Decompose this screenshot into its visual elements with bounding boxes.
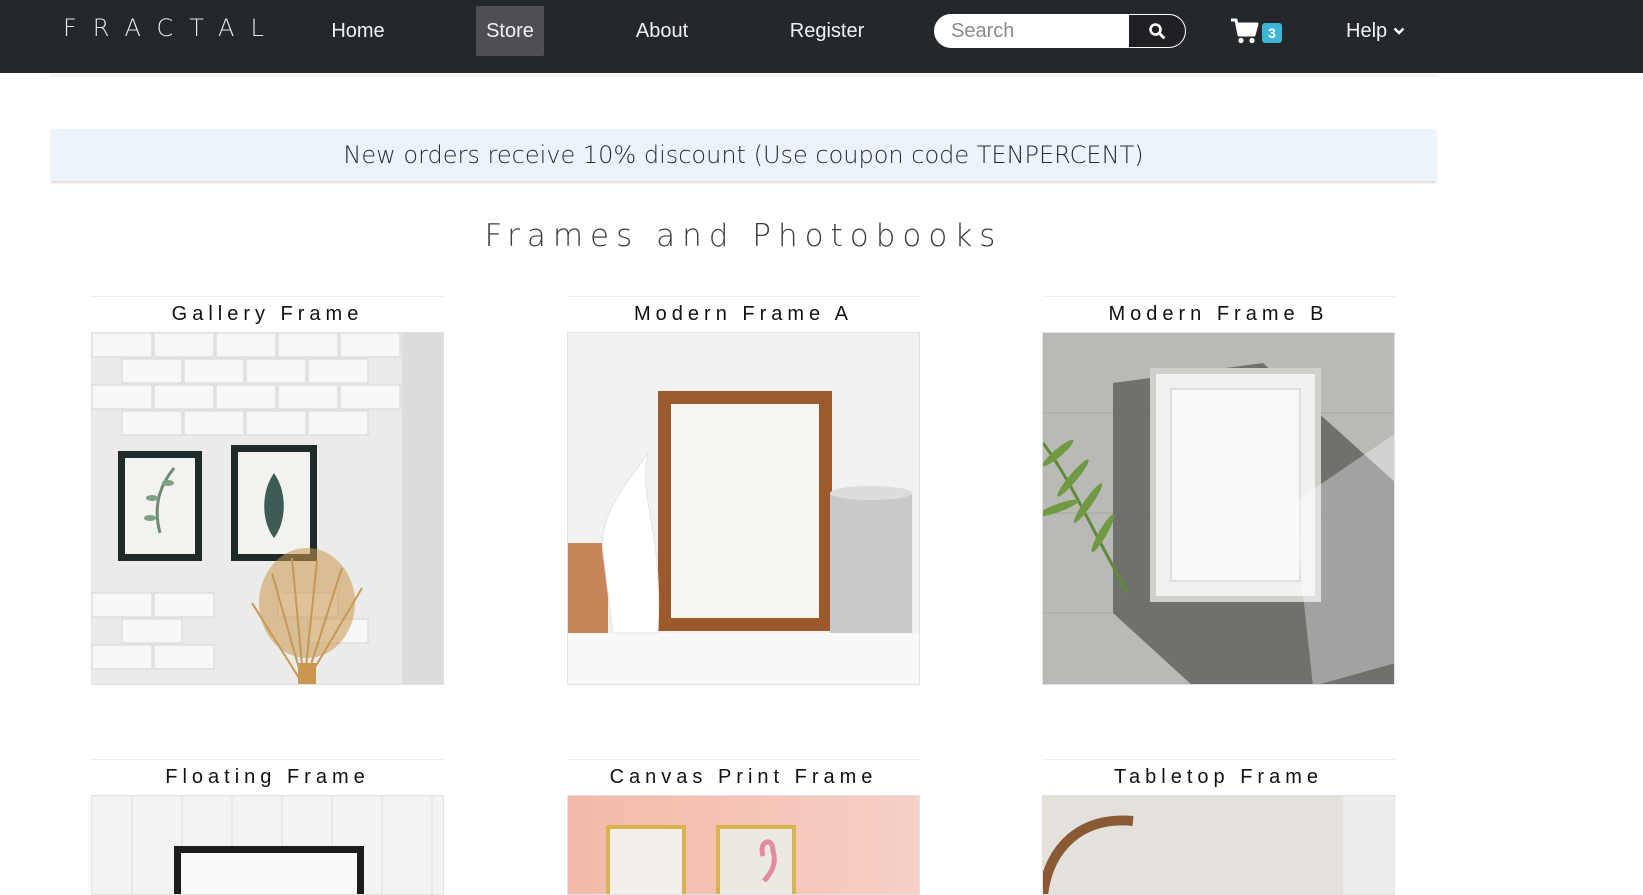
nav-store[interactable]: Store: [476, 6, 544, 56]
promo-banner: New orders receive 10% discount (Use cou…: [51, 129, 1436, 181]
nav-register[interactable]: Register: [781, 6, 873, 56]
product-title: Modern Frame B: [1042, 296, 1395, 332]
product-title: Canvas Print Frame: [567, 759, 920, 795]
product-title: Gallery Frame: [91, 296, 444, 332]
product-title: Tabletop Frame: [1042, 759, 1395, 795]
nav-about[interactable]: About: [626, 6, 698, 56]
product-image[interactable]: [567, 795, 920, 895]
product-card-gallery-frame[interactable]: Gallery Frame: [91, 296, 444, 685]
product-title: Modern Frame A: [567, 296, 920, 332]
product-title: Floating Frame: [91, 759, 444, 795]
cart-button[interactable]: 3: [1230, 17, 1286, 47]
product-image[interactable]: [1042, 332, 1395, 685]
search-button[interactable]: [1128, 15, 1185, 47]
product-image[interactable]: [567, 332, 920, 685]
search-box: [934, 14, 1186, 48]
product-card-tabletop-frame[interactable]: Tabletop Frame: [1042, 759, 1395, 895]
nav-home[interactable]: Home: [320, 6, 396, 56]
top-navbar: FRACTAL Home Store About Register 3 Help: [0, 0, 1643, 73]
product-card-modern-frame-a[interactable]: Modern Frame A: [567, 296, 920, 685]
product-card-modern-frame-b[interactable]: Modern Frame B: [1042, 296, 1395, 685]
product-image[interactable]: [91, 795, 444, 895]
divider: [51, 74, 1436, 77]
product-card-canvas-print-frame[interactable]: Canvas Print Frame: [567, 759, 920, 895]
section-title: Frames and Photobooks: [484, 218, 1003, 254]
search-icon: [1149, 23, 1165, 39]
brand-logo[interactable]: FRACTAL: [63, 14, 280, 42]
product-card-floating-frame[interactable]: Floating Frame: [91, 759, 444, 895]
cart-count-badge: 3: [1262, 23, 1282, 43]
help-dropdown[interactable]: Help: [1346, 6, 1405, 56]
cart-icon: [1231, 18, 1259, 44]
product-image[interactable]: [1042, 795, 1395, 895]
search-input[interactable]: [935, 15, 1128, 47]
help-label: Help: [1346, 20, 1388, 42]
product-image[interactable]: [91, 332, 444, 685]
chevron-down-icon: [1393, 27, 1405, 35]
